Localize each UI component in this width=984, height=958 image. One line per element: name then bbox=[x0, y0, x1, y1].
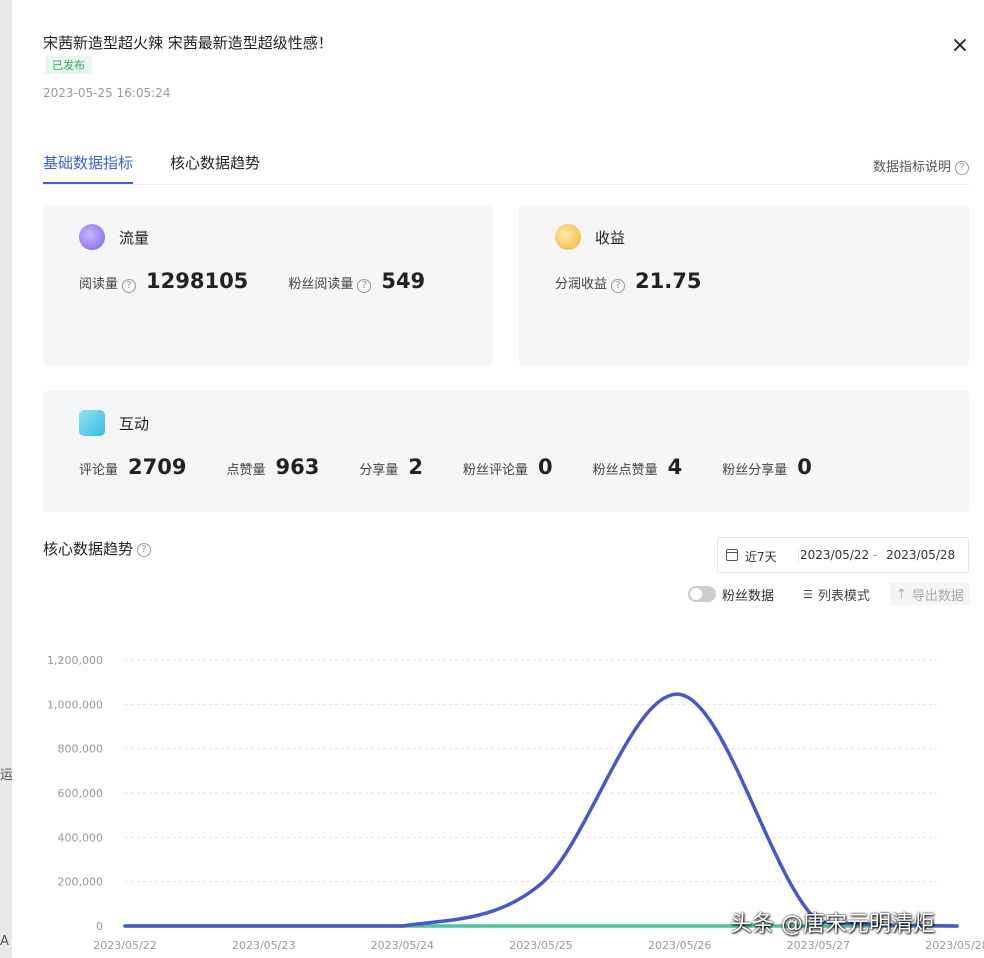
metric-label-shares: 分享量 bbox=[359, 463, 399, 478]
y-tick-label: 400,000 bbox=[58, 831, 104, 844]
x-tick-label: 2023/05/25 bbox=[509, 939, 572, 952]
start-date[interactable]: 2023/05/22 bbox=[800, 548, 869, 562]
metric-value-fan-likes: 4 bbox=[667, 455, 683, 479]
metric-label-fan-comments: 粉丝评论量 bbox=[462, 463, 528, 478]
metric-value-likes: 963 bbox=[275, 455, 320, 479]
article-stats-modal: 宋茜新造型超火辣 宋茜最新造型超级性感！ 已发布 2023-05-25 16:0… bbox=[12, 0, 984, 958]
chart-series bbox=[123, 692, 959, 928]
metric-label-comments: 评论量 bbox=[79, 463, 119, 478]
interaction-card-title: 互动 bbox=[119, 414, 150, 433]
end-date[interactable]: 2023/05/28 bbox=[886, 548, 955, 562]
publish-timestamp: 2023-05-25 16:05:24 bbox=[43, 86, 171, 100]
x-tick-label: 2023/05/24 bbox=[371, 939, 434, 952]
income-card: 收益 分润收益? 21.75 bbox=[519, 205, 969, 366]
metric-label-fan-likes: 粉丝点赞量 bbox=[592, 463, 658, 478]
y-tick-label: 800,000 bbox=[58, 743, 104, 756]
coin-icon bbox=[555, 224, 581, 250]
metric-value-reads: 1298105 bbox=[146, 269, 249, 293]
date-range-separator: - bbox=[873, 548, 878, 562]
x-tick-label: 2023/05/22 bbox=[93, 939, 156, 952]
traffic-card-title: 流量 bbox=[119, 228, 150, 247]
metric-label-reads: 阅读量 bbox=[79, 277, 119, 292]
traffic-icon bbox=[79, 224, 105, 250]
tab-basic-metrics[interactable]: 基础数据指标 bbox=[43, 152, 134, 184]
traffic-card: 流量 阅读量? 1298105 粉丝阅读量? 549 bbox=[43, 205, 493, 366]
metric-help-label: 数据指标说明 bbox=[872, 160, 951, 175]
x-tick-label: 2023/05/27 bbox=[787, 939, 850, 952]
metric-value-comments: 2709 bbox=[128, 455, 187, 479]
status-badge: 已发布 bbox=[45, 56, 92, 74]
metric-label-revenue: 分润收益 bbox=[555, 277, 608, 292]
chart-y-axis: 0 200,000 400,000 600,000 800,000 1,000,000 1,… bbox=[47, 654, 103, 933]
help-icon[interactable]: ? bbox=[611, 279, 626, 293]
metric-help-link[interactable]: 数据指标说明? bbox=[873, 156, 969, 175]
close-icon[interactable]: × bbox=[948, 34, 972, 58]
income-card-title: 收益 bbox=[595, 228, 626, 247]
calendar-icon bbox=[726, 549, 738, 561]
y-tick-label: 600,000 bbox=[58, 787, 104, 800]
article-title: 宋茜新造型超火辣 宋茜最新造型超级性感！ bbox=[43, 34, 333, 52]
x-tick-label: 2023/05/23 bbox=[232, 939, 295, 952]
traffic-card-header: 流量 bbox=[79, 223, 149, 251]
y-tick-label: 0 bbox=[96, 920, 103, 933]
help-icon[interactable]: ? bbox=[357, 279, 372, 293]
y-tick-label: 1,200,000 bbox=[47, 654, 103, 667]
tab-core-trend[interactable]: 核心数据趋势 bbox=[170, 152, 260, 182]
interaction-card-header: 互动 bbox=[79, 409, 149, 437]
help-icon[interactable]: ? bbox=[137, 542, 152, 557]
divider bbox=[798, 549, 799, 563]
y-tick-label: 200,000 bbox=[58, 876, 104, 889]
metric-value-fan-reads: 549 bbox=[381, 269, 426, 293]
metric-value-fan-comments: 0 bbox=[537, 455, 553, 479]
help-icon[interactable]: ? bbox=[122, 279, 137, 293]
series-line bbox=[123, 692, 959, 928]
trend-title: 核心数据趋势 bbox=[43, 540, 134, 558]
income-metrics: 分润收益? 21.75 bbox=[555, 269, 741, 293]
background-text-fragment: A bbox=[0, 934, 9, 949]
y-tick-label: 1,000,000 bbox=[47, 698, 103, 711]
metric-value-fan-shares: 0 bbox=[797, 455, 812, 479]
help-icon: ? bbox=[955, 160, 969, 175]
trend-line-chart: 0 200,000 400,000 600,000 800,000 1,000,000 1,… bbox=[47, 654, 984, 952]
chart-x-axis: 2023/05/22 2023/05/23 2023/05/24 2023/05/25… bbox=[93, 939, 984, 952]
chat-icon bbox=[79, 410, 105, 436]
x-tick-label: 2023/05/28 bbox=[925, 939, 984, 952]
stats-tabs: 基础数据指标 核心数据趋势 数据指标说明? bbox=[43, 152, 969, 185]
list-icon: ☰ bbox=[803, 587, 813, 601]
metric-value-shares: 2 bbox=[408, 455, 423, 479]
income-card-header: 收益 bbox=[555, 223, 625, 251]
metric-label-likes: 点赞量 bbox=[226, 463, 266, 478]
date-range-preset[interactable]: 近7天 bbox=[745, 548, 777, 565]
trend-section-title: 核心数据趋势? bbox=[43, 538, 152, 559]
traffic-metrics: 阅读量? 1298105 粉丝阅读量? 549 bbox=[79, 269, 465, 293]
watermark-text: 头条 @唐宋元明清炬 bbox=[730, 912, 935, 937]
metric-label-fan-shares: 粉丝分享量 bbox=[722, 463, 788, 478]
x-tick-label: 2023/05/26 bbox=[648, 939, 711, 952]
background-page-strip bbox=[0, 0, 12, 958]
metric-label-fan-reads: 粉丝阅读量 bbox=[288, 277, 354, 292]
chart-gridlines bbox=[125, 659, 937, 927]
interaction-metrics: 评论量 2709 点赞量 963 分享量 2 粉丝评论量 0 粉丝点赞量 4 粉… bbox=[79, 455, 852, 479]
interaction-card: 互动 评论量 2709 点赞量 963 分享量 2 粉丝评论量 0 粉丝点赞量 … bbox=[43, 391, 969, 512]
date-range-picker[interactable]: 近7天 2023/05/22 - 2023/05/28 bbox=[717, 537, 969, 573]
metric-value-revenue: 21.75 bbox=[635, 269, 702, 293]
